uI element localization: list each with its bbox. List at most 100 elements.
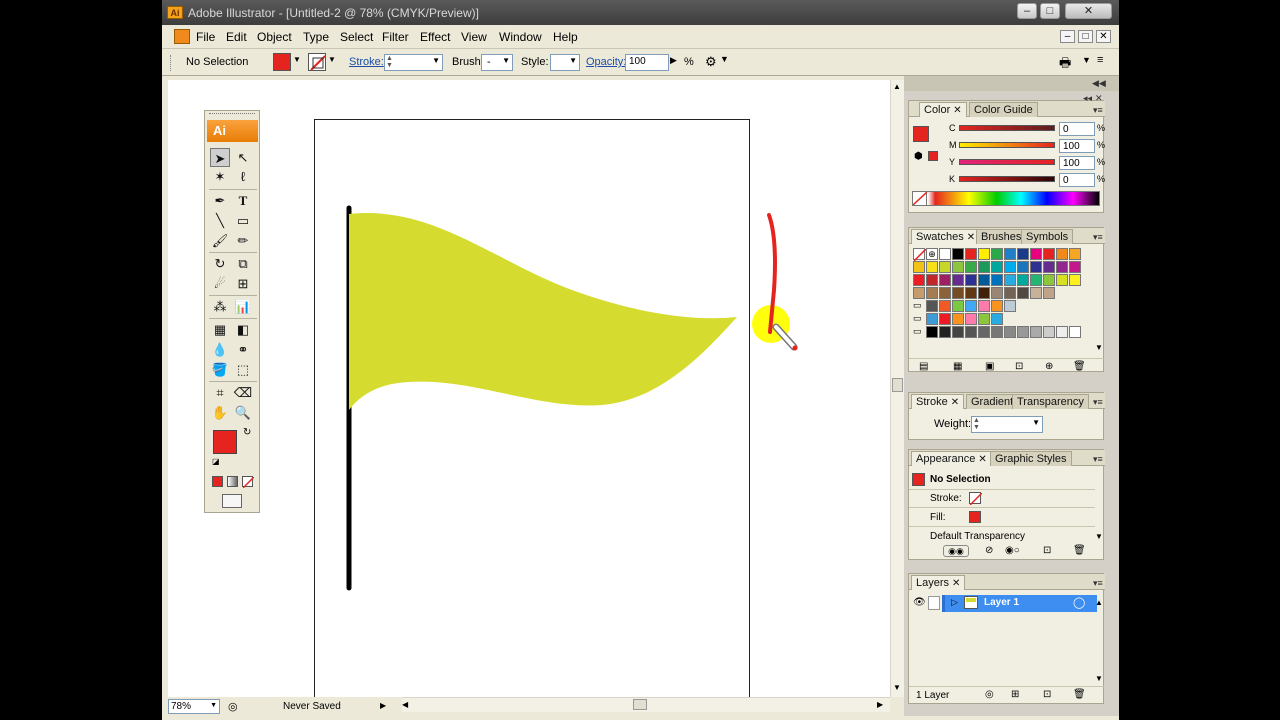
tab-graphic-styles[interactable]: Graphic Styles: [990, 451, 1072, 466]
gradient-mode-icon[interactable]: [227, 476, 238, 487]
type-tool-icon[interactable]: T: [233, 191, 253, 210]
paintbrush-tool-icon[interactable]: 🖌: [210, 231, 230, 250]
channel-m-slider[interactable]: [959, 142, 1055, 148]
trash-icon[interactable]: 🗑: [1073, 545, 1086, 556]
swatch[interactable]: [926, 261, 938, 273]
minimize-button[interactable]: –: [1017, 3, 1037, 19]
swatch[interactable]: [978, 326, 990, 338]
swatch[interactable]: [991, 248, 1003, 260]
swatch[interactable]: [939, 300, 951, 312]
swatch[interactable]: [978, 287, 990, 299]
hscroll-thumb[interactable]: [633, 699, 647, 710]
maximize-button[interactable]: □: [1040, 3, 1060, 19]
swap-colors-icon[interactable]: ↻: [243, 427, 251, 438]
swatch[interactable]: [952, 287, 964, 299]
swatch[interactable]: [1043, 287, 1055, 299]
swatch[interactable]: [965, 326, 977, 338]
folder-icon[interactable]: ▭: [913, 300, 925, 312]
tab-color[interactable]: Color ✕: [919, 102, 967, 117]
zoom-dropdown[interactable]: 78% ▼: [168, 699, 220, 714]
swatch[interactable]: [1030, 326, 1042, 338]
layer-row[interactable]: ▷ Layer 1 ◯: [942, 595, 1097, 612]
swatch[interactable]: [926, 274, 938, 286]
clear-appearance-icon[interactable]: ⊘: [985, 545, 993, 556]
swatch[interactable]: [939, 274, 951, 286]
symbol-sprayer-tool-icon[interactable]: ⁂: [210, 297, 230, 316]
mesh-tool-icon[interactable]: ▦: [210, 320, 230, 339]
tab-transparency[interactable]: Transparency: [1012, 394, 1089, 409]
swatch[interactable]: [1004, 287, 1016, 299]
swatch[interactable]: [1017, 326, 1029, 338]
tools-grip[interactable]: [209, 113, 255, 116]
swatch[interactable]: [965, 261, 977, 273]
scroll-up-icon[interactable]: ▲: [1095, 598, 1103, 607]
folder-icon[interactable]: ▭: [913, 326, 925, 338]
horizontal-scrollbar[interactable]: ◀ ▶: [400, 697, 890, 712]
swatch[interactable]: [1017, 274, 1029, 286]
swatch-options-icon[interactable]: ▣: [985, 361, 994, 372]
folder-icon[interactable]: ▭: [913, 313, 925, 325]
scroll-down-icon[interactable]: ▼: [893, 683, 901, 692]
lasso-tool-icon[interactable]: ℓ: [233, 167, 253, 186]
swatch[interactable]: [1043, 261, 1055, 273]
scroll-down-icon[interactable]: ▼: [1095, 343, 1103, 352]
close-icon[interactable]: ✕: [952, 578, 960, 589]
swatch[interactable]: [991, 261, 1003, 273]
panel-menu-icon[interactable]: ▾≡: [1093, 105, 1103, 116]
target-icon[interactable]: ◯: [1073, 596, 1085, 609]
status-menu-arrow-icon[interactable]: ▶: [380, 701, 386, 710]
new-swatch-icon[interactable]: ⊕: [1045, 361, 1053, 372]
swatch[interactable]: [1056, 261, 1068, 273]
tab-layers[interactable]: Layers ✕: [911, 575, 966, 590]
swatch[interactable]: [1017, 248, 1029, 260]
close-icon[interactable]: ✕: [951, 397, 959, 408]
swatch[interactable]: [1004, 261, 1016, 273]
fill-row-swatch[interactable]: [969, 511, 981, 523]
swatch[interactable]: [926, 300, 938, 312]
swatch[interactable]: [939, 248, 951, 260]
swatch[interactable]: [939, 261, 951, 273]
tab-swatches[interactable]: Swatches ✕: [911, 229, 981, 244]
lock-toggle[interactable]: [928, 596, 940, 610]
scroll-down-icon[interactable]: ▼: [1095, 532, 1103, 541]
panel-menu-icon[interactable]: ▾≡: [1093, 454, 1103, 465]
swatch-libraries-icon[interactable]: ▤: [919, 361, 928, 372]
direct-selection-tool-icon[interactable]: ↖: [233, 148, 253, 167]
swatch[interactable]: [913, 261, 925, 273]
swatch[interactable]: [1056, 248, 1068, 260]
swatch[interactable]: [952, 313, 964, 325]
channel-k-value[interactable]: 0: [1059, 173, 1095, 187]
channel-m-value[interactable]: 100: [1059, 139, 1095, 153]
swatch[interactable]: [913, 274, 925, 286]
chevron-down-icon[interactable]: ▼: [210, 702, 217, 709]
scale-tool-icon[interactable]: ⧉: [233, 254, 253, 273]
swatch[interactable]: [978, 261, 990, 273]
swatch[interactable]: [913, 287, 925, 299]
swatch[interactable]: [991, 313, 1003, 325]
effect-toggle-icon[interactable]: ◉◉: [943, 545, 969, 557]
swatch[interactable]: [926, 313, 938, 325]
new-sublayer-icon[interactable]: ⊞: [1011, 689, 1019, 700]
eye-icon[interactable]: 👁: [913, 597, 926, 608]
gamut-swatch[interactable]: [928, 151, 938, 161]
swatch[interactable]: [1043, 326, 1055, 338]
magic-wand-tool-icon[interactable]: ✶: [210, 167, 230, 186]
trash-icon[interactable]: 🗑: [1073, 689, 1086, 700]
swatch[interactable]: [1030, 287, 1042, 299]
scroll-up-icon[interactable]: ▲: [893, 82, 901, 91]
pen-tool-icon[interactable]: ✒: [210, 191, 230, 210]
rectangle-tool-icon[interactable]: ▭: [233, 211, 253, 230]
reduce-appearance-icon[interactable]: ◉○: [1005, 545, 1020, 556]
tab-stroke[interactable]: Stroke ✕: [911, 394, 965, 409]
tab-brushes[interactable]: Brushes: [976, 229, 1027, 244]
swatch[interactable]: [939, 313, 951, 325]
swatch[interactable]: [1004, 274, 1016, 286]
swatch[interactable]: [1017, 261, 1029, 273]
swatch[interactable]: [991, 274, 1003, 286]
fill-swatch[interactable]: [913, 126, 929, 142]
doc-restore-button[interactable]: □: [1078, 30, 1093, 43]
scroll-thumb[interactable]: [892, 378, 903, 392]
blend-tool-icon[interactable]: ⚭: [233, 340, 253, 359]
screen-mode-icon[interactable]: [222, 494, 242, 508]
hand-tool-icon[interactable]: ✋: [210, 403, 230, 422]
